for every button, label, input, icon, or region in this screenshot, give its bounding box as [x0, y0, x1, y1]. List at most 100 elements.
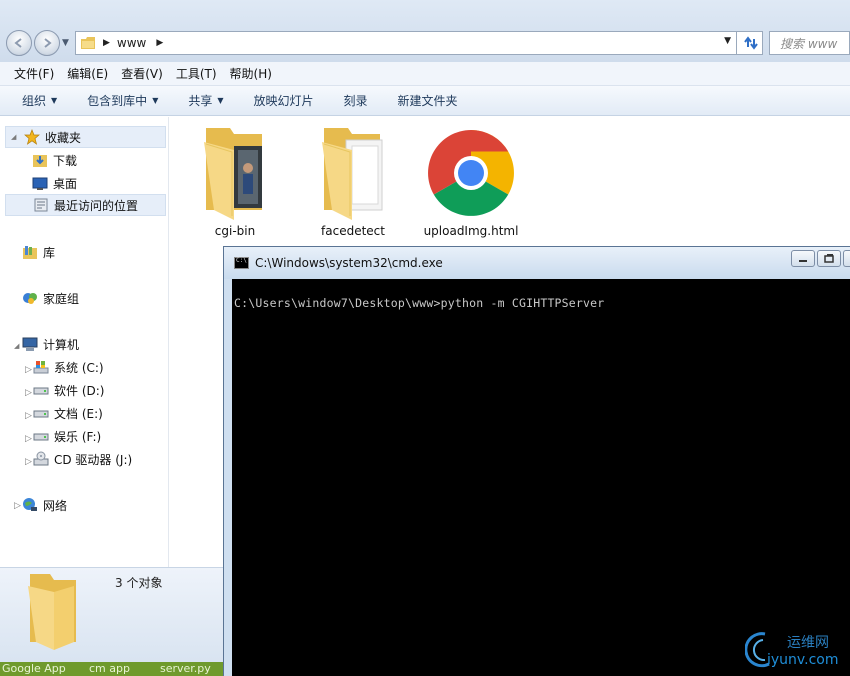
cmd-title-bar[interactable]: C:\Windows\system32\cmd.exe — [224, 247, 850, 279]
system-drive-icon — [33, 359, 49, 375]
burn-label: 刻录 — [343, 94, 368, 108]
menu-bar: 文件(F) 编辑(E) 查看(V) 工具(T) 帮助(H) — [0, 62, 850, 86]
navigation-pane: 收藏夹 ◢ 下载 桌面 最近访问的位置 库 家庭组 ◢ 计算机 ▷ 系统 (C:… — [0, 117, 170, 567]
sidebar-item-recent-places[interactable]: 最近访问的位置 — [5, 194, 166, 216]
downloads-folder-icon — [32, 152, 48, 168]
cmd-console[interactable]: C:\Users\window7\Desktop\www>python -m C… — [232, 279, 850, 676]
sidebar-item-desktop[interactable]: 桌面 — [32, 172, 77, 194]
new-folder-button[interactable]: 新建文件夹 — [398, 92, 458, 109]
sidebar-item-label: 网络 — [43, 498, 68, 513]
pane-divider[interactable] — [168, 117, 169, 567]
star-icon — [24, 129, 40, 145]
sidebar-item-label: 收藏夹 — [45, 130, 82, 145]
refresh-button[interactable] — [737, 31, 763, 55]
collapse-arrow-icon[interactable]: ◢ — [11, 133, 16, 141]
include-in-library-label: 包含到库中 — [87, 94, 148, 108]
sidebar-item-drive-e[interactable]: 文档 (E:) — [33, 402, 103, 424]
sidebar-item-label: 系统 (C:) — [54, 360, 104, 375]
sidebar-item-label: 文档 (E:) — [54, 406, 103, 421]
menu-view[interactable]: 查看(V) — [121, 65, 163, 82]
organize-button[interactable]: 组织 ▼ — [22, 92, 57, 109]
homegroup-icon — [22, 290, 38, 306]
close-button[interactable] — [843, 250, 850, 267]
back-arrow-icon — [14, 38, 22, 48]
breadcrumb-chevron-icon[interactable]: ▶ — [156, 38, 163, 48]
drive-icon — [33, 382, 49, 398]
file-name: uploadImg.html — [423, 224, 519, 238]
sidebar-item-favorites[interactable]: 收藏夹 — [5, 126, 166, 148]
sidebar-item-downloads[interactable]: 下载 — [32, 149, 77, 171]
file-item[interactable]: uploadImg.html — [421, 124, 521, 238]
minimize-icon — [799, 259, 807, 262]
address-dropdown-icon[interactable]: ▼ — [724, 36, 731, 46]
sidebar-item-label: 软件 (D:) — [54, 383, 105, 398]
drive-icon — [33, 405, 49, 421]
menu-help[interactable]: 帮助(H) — [230, 65, 272, 82]
maximize-button[interactable] — [817, 250, 841, 267]
sidebar-item-homegroup[interactable]: 家庭组 — [22, 287, 79, 309]
desktop-icon — [32, 175, 48, 191]
sidebar-item-label: 娱乐 (F:) — [54, 429, 102, 444]
new-folder-label: 新建文件夹 — [397, 94, 458, 108]
slideshow-label: 放映幻灯片 — [253, 94, 314, 108]
recent-places-icon — [33, 197, 49, 213]
burn-button[interactable]: 刻录 — [344, 92, 368, 109]
menu-edit[interactable]: 编辑(E) — [67, 65, 108, 82]
sidebar-item-label: 最近访问的位置 — [54, 198, 139, 213]
sidebar-item-drive-f[interactable]: 娱乐 (F:) — [33, 425, 101, 447]
folder-with-photo-icon — [204, 128, 262, 220]
folder-with-documents-icon — [322, 128, 383, 220]
expand-arrow-icon[interactable]: ▷ — [25, 457, 32, 467]
cmd-window[interactable]: C:\Windows\system32\cmd.exe C:\Users\win… — [223, 246, 850, 676]
command-bar: 组织 ▼ 包含到库中 ▼ 共享 ▼ 放映幻灯片 刻录 新建文件夹 — [0, 86, 850, 116]
share-button[interactable]: 共享 ▼ — [188, 92, 223, 109]
sidebar-item-label: CD 驱动器 (J:) — [54, 452, 133, 467]
file-item[interactable]: facedetect — [308, 124, 398, 238]
breadcrumb-www[interactable]: www — [117, 36, 146, 50]
watermark-url: iyunv.com — [767, 652, 839, 668]
slideshow-button[interactable]: 放映幻灯片 — [254, 92, 314, 109]
cd-drive-icon — [33, 451, 49, 467]
chevron-down-icon: ▼ — [217, 96, 224, 105]
sidebar-item-drive-d[interactable]: 软件 (D:) — [33, 379, 104, 401]
include-in-library-button[interactable]: 包含到库中 ▼ — [87, 92, 158, 109]
menu-tools[interactable]: 工具(T) — [176, 65, 217, 82]
folder-icon — [28, 574, 76, 650]
sidebar-item-computer[interactable]: 计算机 — [22, 333, 79, 355]
refresh-icon — [743, 36, 758, 50]
sidebar-item-label: 家庭组 — [43, 291, 80, 306]
recent-pages-dropdown[interactable]: ▼ — [62, 38, 69, 48]
minimize-button[interactable] — [791, 250, 815, 267]
sidebar-item-libraries[interactable]: 库 — [22, 241, 55, 263]
taskbar-item[interactable]: server.py — [160, 662, 211, 675]
taskbar-item[interactable]: cm app — [89, 662, 130, 675]
expand-arrow-icon[interactable]: ▷ — [25, 434, 32, 444]
library-icon — [22, 244, 38, 260]
taskbar-item[interactable]: Google App — [2, 662, 66, 675]
drive-icon — [33, 428, 49, 444]
sidebar-item-drive-c[interactable]: 系统 (C:) — [33, 356, 104, 378]
sidebar-item-network[interactable]: 网络 — [22, 494, 67, 516]
watermark-site-name: 运维网 — [787, 635, 829, 651]
sidebar-item-drive-j[interactable]: CD 驱动器 (J:) — [33, 448, 132, 470]
network-icon — [22, 497, 38, 513]
search-input[interactable]: 搜索 www — [769, 31, 850, 55]
forward-button[interactable] — [34, 30, 60, 56]
chevron-down-icon: ▼ — [51, 96, 58, 105]
expand-arrow-icon[interactable]: ▷ — [25, 365, 32, 375]
back-button[interactable] — [6, 30, 32, 56]
collapse-arrow-icon[interactable]: ◢ — [14, 342, 19, 350]
file-item[interactable]: cgi-bin — [190, 124, 280, 238]
forward-arrow-icon — [44, 38, 52, 48]
cmd-icon — [234, 257, 249, 269]
expand-arrow-icon[interactable]: ▷ — [14, 501, 21, 511]
cmd-prompt-line: C:\Users\window7\Desktop\www>python -m C… — [234, 296, 605, 310]
breadcrumb-separator-icon[interactable]: ▶ — [103, 38, 110, 48]
menu-file[interactable]: 文件(F) — [14, 65, 54, 82]
item-count: 3 个对象 — [115, 576, 163, 590]
cmd-window-title: C:\Windows\system32\cmd.exe — [255, 256, 443, 270]
expand-arrow-icon[interactable]: ▷ — [25, 388, 32, 398]
address-bar[interactable]: ▶ www ▶ ▼ — [75, 31, 737, 55]
sidebar-item-label: 库 — [43, 245, 56, 260]
expand-arrow-icon[interactable]: ▷ — [25, 411, 32, 421]
